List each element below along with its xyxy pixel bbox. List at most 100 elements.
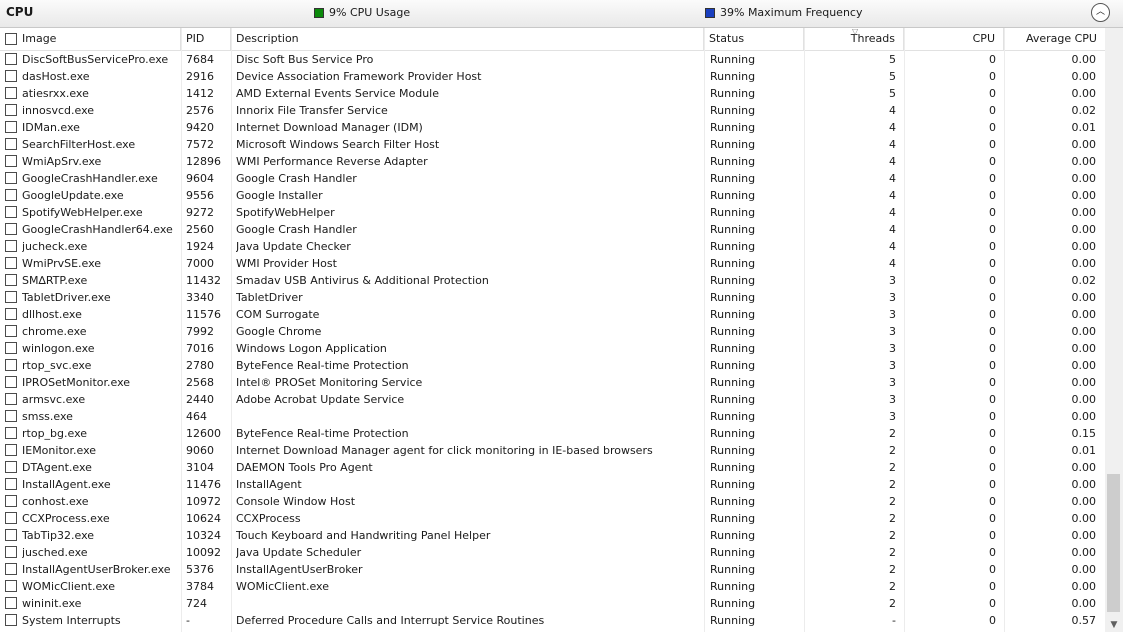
table-row[interactable]: jucheck.exe 1924 Java Update Checker Runnin… bbox=[0, 238, 1105, 255]
table-row[interactable]: rtop_svc.exe 2780 ByteFence Real-time Prot… bbox=[0, 357, 1105, 374]
row-checkbox[interactable] bbox=[5, 325, 17, 337]
row-checkbox[interactable] bbox=[5, 87, 17, 99]
table-row[interactable]: IEMonitor.exe 9060 Internet Download Manag… bbox=[0, 442, 1105, 459]
table-row[interactable]: TabTip32.exe 10324 Touch Keyboard and Hand… bbox=[0, 527, 1105, 544]
cell-pid: 7684 bbox=[186, 53, 214, 66]
row-checkbox[interactable] bbox=[5, 291, 17, 303]
cell-status: Running bbox=[710, 308, 756, 321]
table-row[interactable]: SearchFilterHost.exe 7572 Microsoft Window… bbox=[0, 136, 1105, 153]
table-row[interactable]: IPROSetMonitor.exe 2568 Intel® PROSet Moni… bbox=[0, 374, 1105, 391]
table-row[interactable]: armsvc.exe 2440 Adobe Acrobat Update Servi… bbox=[0, 391, 1105, 408]
table-row[interactable]: WOMicClient.exe 3784 WOMicClient.exe Runnin… bbox=[0, 578, 1105, 595]
table-row[interactable]: jusched.exe 10092 Java Update Scheduler Run… bbox=[0, 544, 1105, 561]
table-row[interactable]: TabletDriver.exe 3340 TabletDriver Running 3… bbox=[0, 289, 1105, 306]
column-header-description[interactable]: Description bbox=[231, 28, 704, 50]
table-row[interactable]: atiesrxx.exe 1412 AMD External Events Serv… bbox=[0, 85, 1105, 102]
row-checkbox[interactable] bbox=[5, 410, 17, 422]
cell-status: Running bbox=[710, 87, 756, 100]
row-checkbox[interactable] bbox=[5, 427, 17, 439]
table-row[interactable]: DTAgent.exe 3104 DAEMON Tools Pro Agent Run… bbox=[0, 459, 1105, 476]
row-checkbox[interactable] bbox=[5, 546, 17, 558]
cell-status: Running bbox=[710, 461, 756, 474]
cell-pid: 9060 bbox=[186, 444, 214, 457]
table-row[interactable]: SM∆RTP.exe 11432 Smadav USB Antivirus & Ad… bbox=[0, 272, 1105, 289]
row-checkbox[interactable] bbox=[5, 274, 17, 286]
cell-average-cpu: 0.15 bbox=[1071, 427, 1097, 440]
cell-threads: 3 bbox=[889, 291, 896, 304]
cell-threads: 5 bbox=[889, 87, 896, 100]
row-checkbox[interactable] bbox=[5, 597, 17, 609]
column-header-pid[interactable]: PID bbox=[181, 28, 231, 50]
row-checkbox[interactable] bbox=[5, 393, 17, 405]
column-header-image[interactable]: Image bbox=[0, 28, 181, 50]
cell-threads: 4 bbox=[889, 155, 896, 168]
collapse-button[interactable]: ︿ bbox=[1091, 3, 1110, 22]
cell-description: WMI Performance Reverse Adapter bbox=[236, 155, 428, 168]
table-row[interactable]: CCXProcess.exe 10624 CCXProcess Running 2 0 0.… bbox=[0, 510, 1105, 527]
row-checkbox[interactable] bbox=[5, 444, 17, 456]
row-checkbox[interactable] bbox=[5, 121, 17, 133]
table-row[interactable]: InstallAgentUserBroker.exe 5376 InstallAge… bbox=[0, 561, 1105, 578]
row-checkbox[interactable] bbox=[5, 495, 17, 507]
row-checkbox[interactable] bbox=[5, 308, 17, 320]
table-row[interactable]: winlogon.exe 7016 Windows Logon Applicatio… bbox=[0, 340, 1105, 357]
cell-description: Adobe Acrobat Update Service bbox=[236, 393, 405, 406]
cell-status: Running bbox=[710, 325, 756, 338]
cpu-section-header[interactable]: CPU 9% CPU Usage 39% Maximum Frequency ︿ bbox=[0, 0, 1123, 28]
row-checkbox[interactable] bbox=[5, 359, 17, 371]
column-header-average-cpu[interactable]: Average CPU bbox=[1004, 28, 1105, 50]
cell-cpu: 0 bbox=[989, 274, 996, 287]
row-checkbox[interactable] bbox=[5, 512, 17, 524]
row-checkbox[interactable] bbox=[5, 614, 17, 626]
table-row[interactable]: WmiApSrv.exe 12896 WMI Performance Reverse… bbox=[0, 153, 1105, 170]
table-row[interactable]: GoogleCrashHandler.exe 9604 Google Crash H… bbox=[0, 170, 1105, 187]
row-checkbox[interactable] bbox=[5, 138, 17, 150]
row-checkbox[interactable] bbox=[5, 580, 17, 592]
table-row[interactable]: conhost.exe 10972 Console Window Host Runni… bbox=[0, 493, 1105, 510]
row-checkbox[interactable] bbox=[5, 53, 17, 65]
table-row[interactable]: IDMan.exe 9420 Internet Download Manager (… bbox=[0, 119, 1105, 136]
table-row[interactable]: SpotifyWebHelper.exe 9272 SpotifyWebHelper… bbox=[0, 204, 1105, 221]
row-checkbox[interactable] bbox=[5, 155, 17, 167]
row-checkbox[interactable] bbox=[5, 104, 17, 116]
row-checkbox[interactable] bbox=[5, 206, 17, 218]
table-row[interactable]: WmiPrvSE.exe 7000 WMI Provider Host Running… bbox=[0, 255, 1105, 272]
cell-status: Running bbox=[710, 138, 756, 151]
row-checkbox[interactable] bbox=[5, 257, 17, 269]
table-row[interactable]: smss.exe 464 Running 3 0 0.00 bbox=[0, 408, 1105, 425]
cell-threads: 3 bbox=[889, 342, 896, 355]
table-row[interactable]: DiscSoftBusServicePro.exe 7684 Disc Soft B… bbox=[0, 51, 1105, 68]
row-checkbox[interactable] bbox=[5, 342, 17, 354]
row-checkbox[interactable] bbox=[5, 563, 17, 575]
table-row[interactable]: dllhost.exe 11576 COM Surrogate Running 3 0 0.… bbox=[0, 306, 1105, 323]
row-checkbox[interactable] bbox=[5, 529, 17, 541]
table-row[interactable]: innosvcd.exe 2576 Innorix File Transfer Se… bbox=[0, 102, 1105, 119]
row-checkbox[interactable] bbox=[5, 461, 17, 473]
table-row[interactable]: dasHost.exe 2916 Device Association Framew… bbox=[0, 68, 1105, 85]
table-row[interactable]: rtop_bg.exe 12600 ByteFence Real-time Prot… bbox=[0, 425, 1105, 442]
table-row[interactable]: wininit.exe 724 Running 2 0 0.00 bbox=[0, 595, 1105, 612]
cell-average-cpu: 0.00 bbox=[1071, 138, 1097, 151]
row-checkbox[interactable] bbox=[5, 376, 17, 388]
table-row[interactable]: GoogleCrashHandler64.exe 2560 Google Crash… bbox=[0, 221, 1105, 238]
column-header-status[interactable]: Status bbox=[704, 28, 804, 50]
scroll-down-arrow-icon[interactable]: ▼ bbox=[1105, 618, 1123, 632]
cell-pid: 3784 bbox=[186, 580, 214, 593]
table-row[interactable]: GoogleUpdate.exe 9556 Google Installer Runn… bbox=[0, 187, 1105, 204]
row-checkbox[interactable] bbox=[5, 478, 17, 490]
table-row[interactable]: chrome.exe 7992 Google Chrome Running 3 0 0.00 bbox=[0, 323, 1105, 340]
table-row[interactable]: InstallAgent.exe 11476 InstallAgent Running… bbox=[0, 476, 1105, 493]
row-checkbox[interactable] bbox=[5, 172, 17, 184]
cell-status: Running bbox=[710, 376, 756, 389]
table-row[interactable]: System Interrupts - Deferred Procedure Cal… bbox=[0, 612, 1105, 629]
column-header-cpu[interactable]: CPU bbox=[904, 28, 1004, 50]
row-checkbox[interactable] bbox=[5, 189, 17, 201]
cell-pid: 2568 bbox=[186, 376, 214, 389]
row-checkbox[interactable] bbox=[5, 223, 17, 235]
scrollbar-thumb[interactable] bbox=[1107, 474, 1120, 612]
row-checkbox[interactable] bbox=[5, 70, 17, 82]
select-all-checkbox[interactable] bbox=[5, 33, 17, 45]
vertical-scrollbar[interactable]: ▼ bbox=[1105, 28, 1123, 632]
cell-cpu: 0 bbox=[989, 393, 996, 406]
row-checkbox[interactable] bbox=[5, 240, 17, 252]
